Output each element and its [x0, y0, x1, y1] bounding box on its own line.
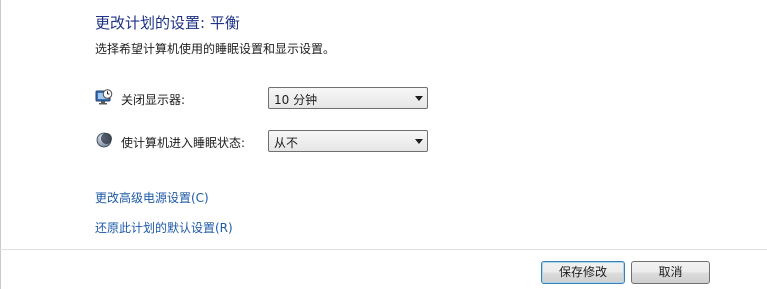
moon-sleep-icon — [95, 131, 113, 149]
chevron-down-icon — [415, 96, 423, 101]
restore-defaults-link[interactable]: 还原此计划的默认设置(R) — [95, 219, 233, 236]
display-off-value: 10 分钟 — [274, 93, 318, 107]
monitor-clock-icon — [95, 88, 113, 106]
display-off-select[interactable]: 10 分钟 — [268, 87, 428, 109]
cancel-button[interactable]: 取消 — [631, 261, 710, 284]
footer-separator — [0, 249, 767, 250]
advanced-power-settings-link[interactable]: 更改高级电源设置(C) — [95, 189, 209, 206]
sleep-value: 从不 — [274, 136, 299, 150]
sleep-select[interactable]: 从不 — [268, 130, 428, 152]
page-title: 更改计划的设置: 平衡 — [95, 14, 240, 32]
page-subtitle: 选择希望计算机使用的睡眠设置和显示设置。 — [95, 42, 336, 56]
sleep-label: 使计算机进入睡眠状态: — [121, 136, 246, 150]
chevron-down-icon — [415, 139, 423, 144]
save-button[interactable]: 保存修改 — [541, 261, 625, 284]
window-left-border — [0, 0, 1, 289]
display-off-label: 关闭显示器: — [121, 93, 186, 107]
